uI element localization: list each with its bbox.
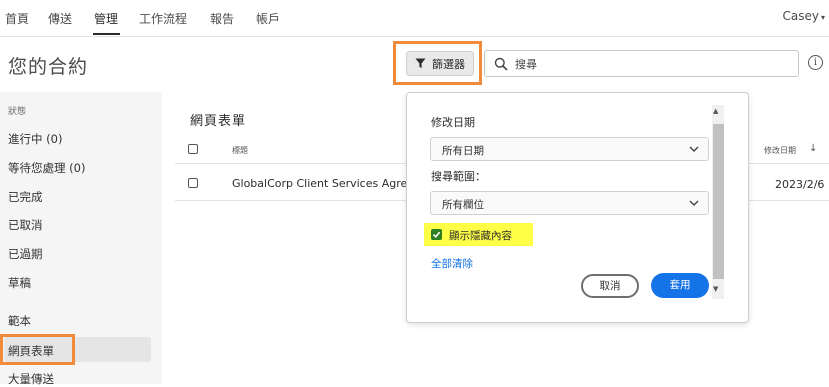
user-name: Casey bbox=[782, 9, 819, 23]
nav-home[interactable]: 首頁 bbox=[5, 10, 29, 27]
top-nav: 首頁 傳送 管理 工作流程 報告 帳戶 Casey ▾ bbox=[0, 0, 829, 37]
web-forms-highlight-box bbox=[0, 334, 75, 365]
filter-button-label: 篩選器 bbox=[432, 57, 465, 71]
section-title: 網頁表單 bbox=[190, 114, 247, 129]
sidebar-item-canceled[interactable]: 已取消 bbox=[8, 217, 43, 233]
search-icon bbox=[494, 57, 508, 71]
sidebar-item-drafts[interactable]: 草稿 bbox=[8, 275, 31, 291]
sidebar-item-expired[interactable]: 已過期 bbox=[8, 246, 43, 262]
user-menu[interactable]: Casey ▾ bbox=[783, 9, 825, 23]
modified-date-value: 所有日期 bbox=[442, 145, 484, 157]
scrollbar-thumb[interactable] bbox=[713, 124, 724, 279]
row-checkbox[interactable] bbox=[188, 178, 198, 188]
nav-account[interactable]: 帳戶 bbox=[256, 10, 280, 27]
active-tab-underline bbox=[93, 33, 120, 35]
sidebar-item-waiting[interactable]: 等待您處理 (0) bbox=[8, 160, 85, 176]
clear-all-link[interactable]: 全部清除 bbox=[431, 256, 473, 271]
search-input[interactable] bbox=[513, 54, 797, 75]
scroll-down-icon[interactable]: ▼ bbox=[713, 285, 718, 293]
search-box[interactable] bbox=[484, 50, 799, 77]
show-hidden-label[interactable]: 顯示隱藏內容 bbox=[449, 228, 512, 243]
apply-button[interactable]: 套用 bbox=[651, 273, 709, 298]
cancel-button[interactable]: 取消 bbox=[581, 274, 639, 298]
sidebar-item-completed[interactable]: 已完成 bbox=[8, 189, 43, 205]
row-modified-date: 2023/2/6 bbox=[775, 178, 825, 191]
sidebar-heading-status: 狀態 bbox=[8, 107, 27, 117]
sidebar-item-templates[interactable]: 範本 bbox=[8, 313, 31, 329]
page-title: 您的合約 bbox=[8, 56, 89, 78]
nav-workflows[interactable]: 工作流程 bbox=[139, 10, 187, 27]
sidebar-item-in-progress[interactable]: 進行中 (0) bbox=[8, 131, 62, 147]
search-scope-label: 搜尋範圍： bbox=[431, 170, 486, 183]
chevron-down-icon bbox=[689, 200, 699, 206]
search-scope-select[interactable]: 所有欄位 bbox=[430, 191, 709, 215]
nav-reports[interactable]: 報告 bbox=[210, 10, 234, 27]
scroll-up-icon[interactable]: ▲ bbox=[713, 107, 718, 115]
checkmark-icon bbox=[432, 231, 441, 238]
modified-date-select[interactable]: 所有日期 bbox=[430, 137, 709, 161]
column-header-modified-date[interactable]: 修改日期 bbox=[764, 145, 796, 156]
show-hidden-checkbox[interactable] bbox=[431, 229, 442, 240]
info-icon[interactable]: i bbox=[808, 55, 823, 70]
modified-date-label: 修改日期 bbox=[431, 116, 475, 129]
sidebar-item-mega-sign[interactable]: 大量傳送 bbox=[8, 371, 54, 387]
column-header-title[interactable]: 標題 bbox=[232, 145, 248, 156]
nav-manage[interactable]: 管理 bbox=[94, 10, 118, 27]
chevron-down-icon bbox=[689, 146, 699, 152]
search-scope-value: 所有欄位 bbox=[442, 199, 484, 211]
filter-button[interactable]: 篩選器 bbox=[406, 51, 474, 76]
chevron-down-icon: ▾ bbox=[820, 13, 825, 22]
funnel-icon bbox=[415, 58, 426, 69]
filter-popover: 修改日期 所有日期 搜尋範圍： 所有欄位 顯示隱藏內容 全部清除 取消 套用 ▲… bbox=[406, 92, 749, 323]
select-all-checkbox[interactable] bbox=[188, 144, 198, 154]
nav-send[interactable]: 傳送 bbox=[48, 10, 72, 27]
arrow-down-icon[interactable]: ↓ bbox=[809, 143, 817, 154]
